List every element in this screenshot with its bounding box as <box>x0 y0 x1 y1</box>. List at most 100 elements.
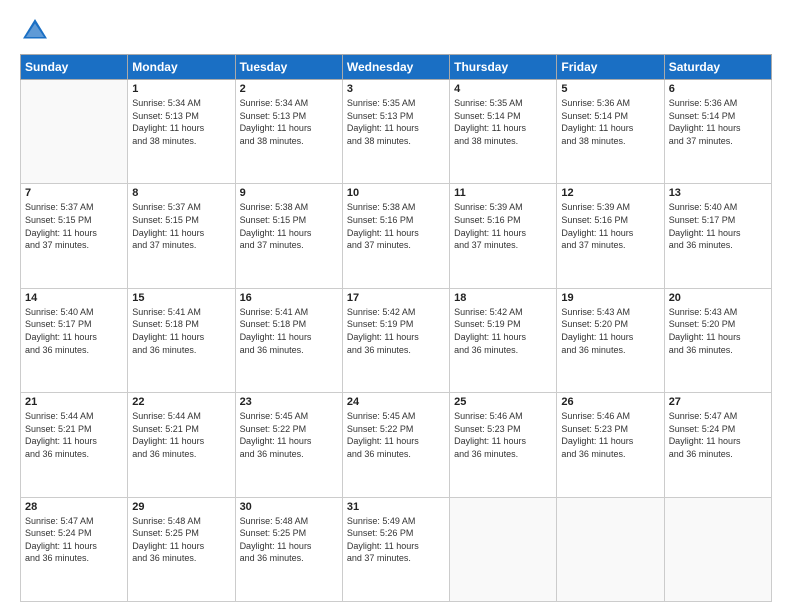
calendar-cell: 21 Sunrise: 5:44 AM Sunset: 5:21 PM Dayli… <box>21 393 128 497</box>
day-info: Sunrise: 5:35 AM Sunset: 5:13 PM Dayligh… <box>347 97 445 147</box>
day-number: 16 <box>240 292 338 304</box>
day-info: Sunrise: 5:44 AM Sunset: 5:21 PM Dayligh… <box>25 410 123 460</box>
day-number: 12 <box>561 187 659 199</box>
day-info: Sunrise: 5:39 AM Sunset: 5:16 PM Dayligh… <box>561 201 659 251</box>
calendar-cell <box>21 80 128 184</box>
day-number: 4 <box>454 83 552 95</box>
calendar-cell: 2 Sunrise: 5:34 AM Sunset: 5:13 PM Daylig… <box>235 80 342 184</box>
calendar-cell: 4 Sunrise: 5:35 AM Sunset: 5:14 PM Daylig… <box>450 80 557 184</box>
day-number: 29 <box>132 501 230 513</box>
day-number: 10 <box>347 187 445 199</box>
day-info: Sunrise: 5:47 AM Sunset: 5:24 PM Dayligh… <box>669 410 767 460</box>
day-info: Sunrise: 5:45 AM Sunset: 5:22 PM Dayligh… <box>240 410 338 460</box>
calendar-cell: 3Sunrise: 5:35 AM Sunset: 5:13 PM Daylig… <box>342 80 449 184</box>
day-info: Sunrise: 5:39 AM Sunset: 5:16 PM Dayligh… <box>454 201 552 251</box>
calendar-cell: 18Sunrise: 5:42 AM Sunset: 5:19 PM Dayli… <box>450 288 557 392</box>
logo <box>20 16 54 46</box>
day-number: 2 <box>240 83 338 95</box>
calendar-cell: 7 Sunrise: 5:37 AM Sunset: 5:15 PM Daylig… <box>21 184 128 288</box>
calendar-table: SundayMondayTuesdayWednesdayThursdayFrid… <box>20 54 772 602</box>
weekday-header-wednesday: Wednesday <box>342 55 449 80</box>
weekday-header-row: SundayMondayTuesdayWednesdayThursdayFrid… <box>21 55 772 80</box>
day-info: Sunrise: 5:49 AM Sunset: 5:26 PM Dayligh… <box>347 515 445 565</box>
day-number: 18 <box>454 292 552 304</box>
calendar-cell: 11 Sunrise: 5:39 AM Sunset: 5:16 PM Dayli… <box>450 184 557 288</box>
week-row-1: 1 Sunrise: 5:34 AM Sunset: 5:13 PM Daylig… <box>21 80 772 184</box>
calendar: SundayMondayTuesdayWednesdayThursdayFrid… <box>20 54 772 602</box>
day-info: Sunrise: 5:35 AM Sunset: 5:14 PM Dayligh… <box>454 97 552 147</box>
day-info: Sunrise: 5:44 AM Sunset: 5:21 PM Dayligh… <box>132 410 230 460</box>
day-number: 11 <box>454 187 552 199</box>
calendar-cell: 15 Sunrise: 5:41 AM Sunset: 5:18 PM Dayli… <box>128 288 235 392</box>
day-number: 14 <box>25 292 123 304</box>
calendar-cell: 25 Sunrise: 5:46 AM Sunset: 5:23 PM Dayli… <box>450 393 557 497</box>
day-info: Sunrise: 5:48 AM Sunset: 5:25 PM Dayligh… <box>240 515 338 565</box>
weekday-header-friday: Friday <box>557 55 664 80</box>
calendar-cell: 10 Sunrise: 5:38 AM Sunset: 5:16 PM Dayli… <box>342 184 449 288</box>
calendar-cell: 19Sunrise: 5:43 AM Sunset: 5:20 PM Dayli… <box>557 288 664 392</box>
calendar-cell: 20 Sunrise: 5:43 AM Sunset: 5:20 PM Dayli… <box>664 288 771 392</box>
calendar-cell: 26 Sunrise: 5:46 AM Sunset: 5:23 PM Dayli… <box>557 393 664 497</box>
week-row-2: 7 Sunrise: 5:37 AM Sunset: 5:15 PM Daylig… <box>21 184 772 288</box>
logo-icon <box>20 16 50 46</box>
weekday-header-monday: Monday <box>128 55 235 80</box>
calendar-cell <box>557 497 664 601</box>
day-info: Sunrise: 5:46 AM Sunset: 5:23 PM Dayligh… <box>561 410 659 460</box>
day-info: Sunrise: 5:40 AM Sunset: 5:17 PM Dayligh… <box>25 306 123 356</box>
calendar-cell: 24 Sunrise: 5:45 AM Sunset: 5:22 PM Dayli… <box>342 393 449 497</box>
week-row-3: 14 Sunrise: 5:40 AM Sunset: 5:17 PM Dayli… <box>21 288 772 392</box>
calendar-cell: 31 Sunrise: 5:49 AM Sunset: 5:26 PM Dayli… <box>342 497 449 601</box>
calendar-cell: 28Sunrise: 5:47 AM Sunset: 5:24 PM Dayli… <box>21 497 128 601</box>
day-number: 24 <box>347 396 445 408</box>
calendar-cell: 13 Sunrise: 5:40 AM Sunset: 5:17 PM Dayli… <box>664 184 771 288</box>
calendar-cell: 1 Sunrise: 5:34 AM Sunset: 5:13 PM Daylig… <box>128 80 235 184</box>
day-info: Sunrise: 5:45 AM Sunset: 5:22 PM Dayligh… <box>347 410 445 460</box>
calendar-cell: 8 Sunrise: 5:37 AM Sunset: 5:15 PM Daylig… <box>128 184 235 288</box>
day-info: Sunrise: 5:40 AM Sunset: 5:17 PM Dayligh… <box>669 201 767 251</box>
day-number: 5 <box>561 83 659 95</box>
calendar-cell <box>450 497 557 601</box>
day-info: Sunrise: 5:34 AM Sunset: 5:13 PM Dayligh… <box>240 97 338 147</box>
day-number: 30 <box>240 501 338 513</box>
day-info: Sunrise: 5:48 AM Sunset: 5:25 PM Dayligh… <box>132 515 230 565</box>
week-row-5: 28Sunrise: 5:47 AM Sunset: 5:24 PM Dayli… <box>21 497 772 601</box>
weekday-header-sunday: Sunday <box>21 55 128 80</box>
day-number: 1 <box>132 83 230 95</box>
day-number: 26 <box>561 396 659 408</box>
day-info: Sunrise: 5:38 AM Sunset: 5:15 PM Dayligh… <box>240 201 338 251</box>
page: SundayMondayTuesdayWednesdayThursdayFrid… <box>0 0 792 612</box>
calendar-cell <box>664 497 771 601</box>
day-info: Sunrise: 5:34 AM Sunset: 5:13 PM Dayligh… <box>132 97 230 147</box>
day-info: Sunrise: 5:37 AM Sunset: 5:15 PM Dayligh… <box>25 201 123 251</box>
day-number: 25 <box>454 396 552 408</box>
day-number: 31 <box>347 501 445 513</box>
weekday-header-saturday: Saturday <box>664 55 771 80</box>
day-info: Sunrise: 5:43 AM Sunset: 5:20 PM Dayligh… <box>669 306 767 356</box>
day-number: 23 <box>240 396 338 408</box>
calendar-cell: 29 Sunrise: 5:48 AM Sunset: 5:25 PM Dayli… <box>128 497 235 601</box>
day-info: Sunrise: 5:46 AM Sunset: 5:23 PM Dayligh… <box>454 410 552 460</box>
day-number: 21 <box>25 396 123 408</box>
day-info: Sunrise: 5:47 AM Sunset: 5:24 PM Dayligh… <box>25 515 123 565</box>
day-info: Sunrise: 5:42 AM Sunset: 5:19 PM Dayligh… <box>347 306 445 356</box>
day-number: 7 <box>25 187 123 199</box>
day-number: 17 <box>347 292 445 304</box>
day-info: Sunrise: 5:41 AM Sunset: 5:18 PM Dayligh… <box>132 306 230 356</box>
calendar-cell: 9Sunrise: 5:38 AM Sunset: 5:15 PM Daylig… <box>235 184 342 288</box>
day-number: 20 <box>669 292 767 304</box>
weekday-header-thursday: Thursday <box>450 55 557 80</box>
weekday-header-tuesday: Tuesday <box>235 55 342 80</box>
day-number: 22 <box>132 396 230 408</box>
header <box>20 16 772 46</box>
calendar-cell: 27 Sunrise: 5:47 AM Sunset: 5:24 PM Dayli… <box>664 393 771 497</box>
day-number: 13 <box>669 187 767 199</box>
calendar-cell: 14 Sunrise: 5:40 AM Sunset: 5:17 PM Dayli… <box>21 288 128 392</box>
day-number: 27 <box>669 396 767 408</box>
calendar-cell: 6Sunrise: 5:36 AM Sunset: 5:14 PM Daylig… <box>664 80 771 184</box>
day-number: 8 <box>132 187 230 199</box>
day-info: Sunrise: 5:37 AM Sunset: 5:15 PM Dayligh… <box>132 201 230 251</box>
day-number: 15 <box>132 292 230 304</box>
day-info: Sunrise: 5:38 AM Sunset: 5:16 PM Dayligh… <box>347 201 445 251</box>
calendar-cell: 17 Sunrise: 5:42 AM Sunset: 5:19 PM Dayli… <box>342 288 449 392</box>
day-info: Sunrise: 5:43 AM Sunset: 5:20 PM Dayligh… <box>561 306 659 356</box>
